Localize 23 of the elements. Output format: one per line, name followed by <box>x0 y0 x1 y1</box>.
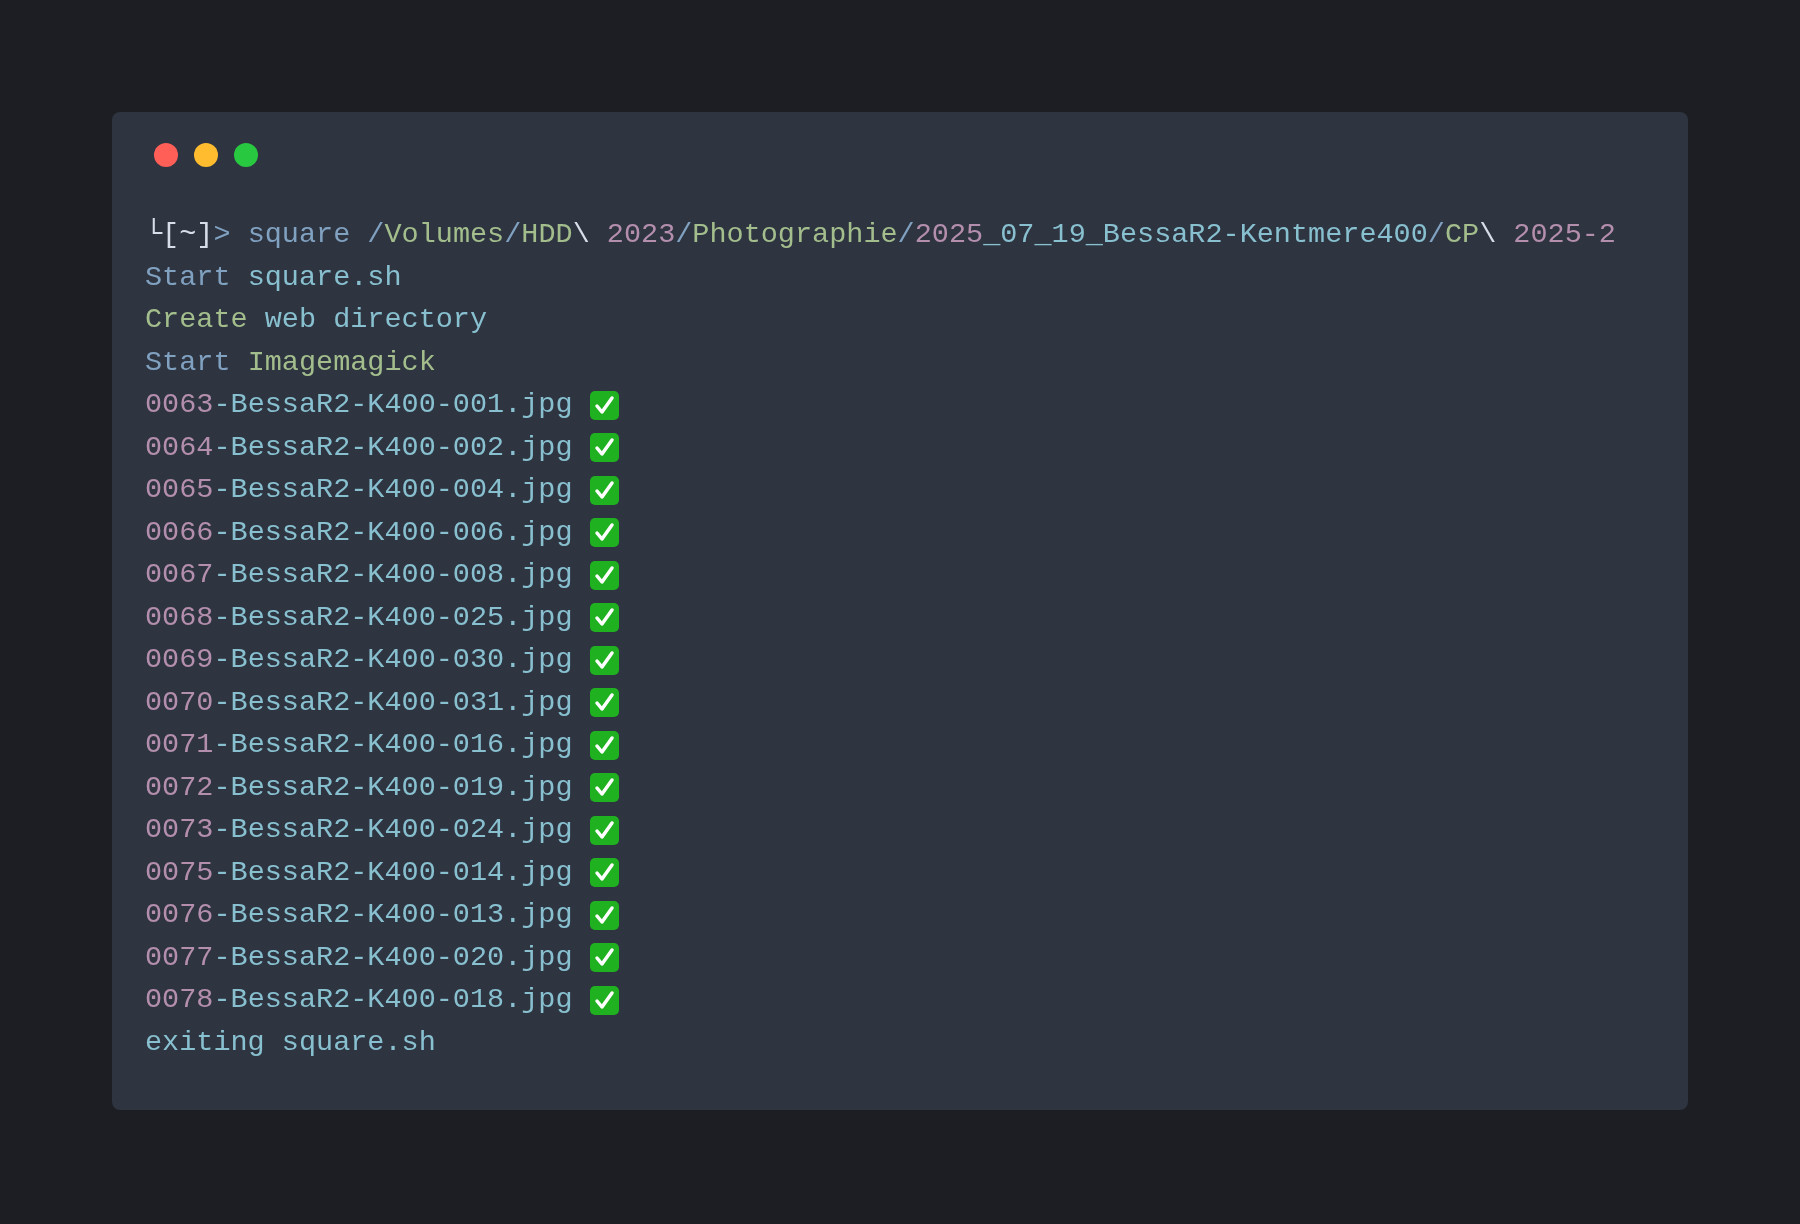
terminal-line: 0064-BessaR2-K400-002.jpg <box>145 429 573 466</box>
terminal-line: 0067-BessaR2-K400-008.jpg <box>145 557 573 593</box>
minimize-button[interactable] <box>194 143 218 167</box>
terminal-line: Start Imagemagick <box>145 344 436 381</box>
terminal-line: 0077-BessaR2-K400-020.jpg <box>145 939 573 976</box>
close-button[interactable] <box>154 143 178 167</box>
terminal-line: exiting square.sh <box>145 1024 436 1061</box>
terminal-line: └[~]> square /Volumes/HDD\ 2023/Photographie/2025_07_19_BessaR2-Kentmere400/CP\ 2025-2 <box>145 217 1616 253</box>
terminal-line: Create web directory <box>145 302 488 338</box>
terminal-line: 0068-BessaR2-K400-025.jpg <box>145 599 573 636</box>
zoom-button[interactable] <box>234 143 258 167</box>
terminal-line: 0065-BessaR2-K400-004.jpg <box>145 472 573 508</box>
terminal-line: 0069-BessaR2-K400-030.jpg <box>145 642 573 678</box>
terminal-line: 0072-BessaR2-K400-019.jpg <box>145 769 573 806</box>
terminal-line: 0073-BessaR2-K400-024.jpg <box>145 812 573 848</box>
terminal-line: 0078-BessaR2-K400-018.jpg <box>145 982 573 1018</box>
terminal-line: 0075-BessaR2-K400-014.jpg <box>145 854 573 891</box>
terminal-line: 0071-BessaR2-K400-016.jpg <box>145 727 573 763</box>
terminal-line: 0066-BessaR2-K400-006.jpg <box>145 514 573 551</box>
terminal-line: 0063-BessaR2-K400-001.jpg <box>145 387 573 423</box>
terminal-line: 0076-BessaR2-K400-013.jpg <box>145 897 573 933</box>
terminal-line: 0070-BessaR2-K400-031.jpg <box>145 684 573 721</box>
terminal-line: Start square.sh <box>145 259 402 296</box>
